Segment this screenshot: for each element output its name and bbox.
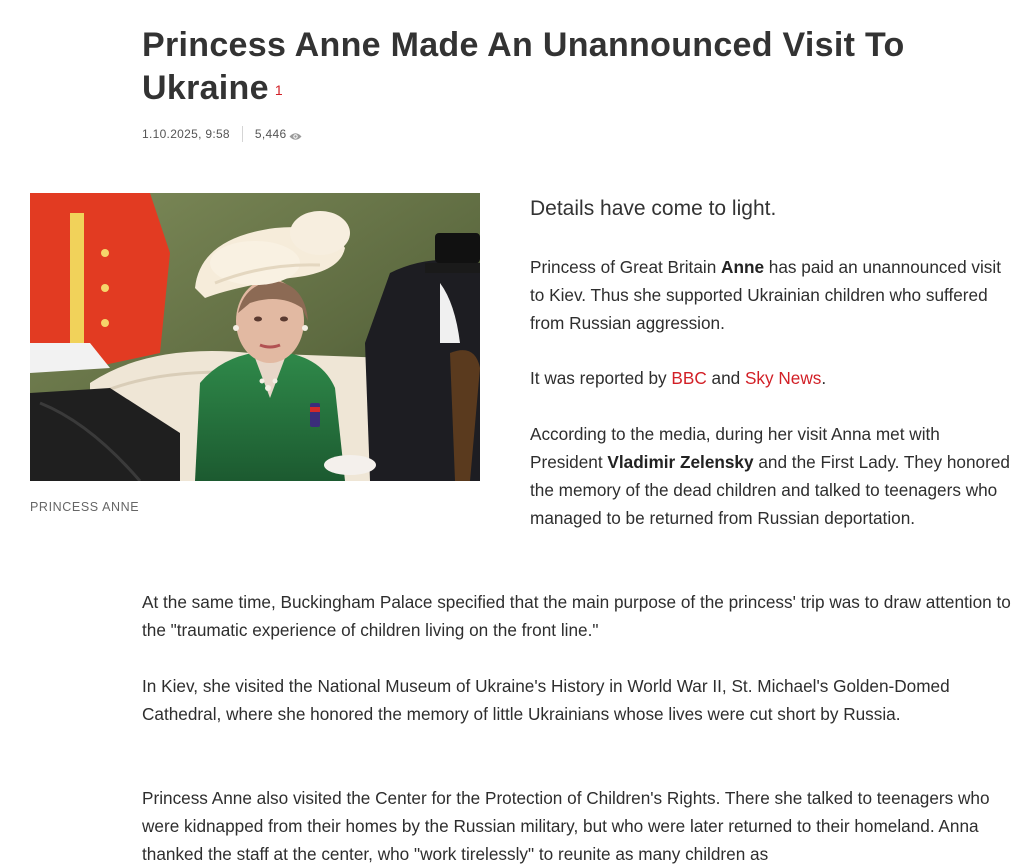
article-photo — [30, 193, 480, 481]
eye-icon — [289, 130, 302, 140]
paragraph-4: At the same time, Buckingham Palace spec… — [142, 592, 1011, 640]
paragraph-5: In Kiev, she visited the National Museum… — [142, 676, 950, 724]
publish-date: 1.10.2025, 9:58 — [142, 127, 230, 141]
meta-divider — [241, 126, 243, 142]
sky-news-link[interactable]: Sky News — [745, 368, 821, 388]
view-count: 5,446 — [254, 127, 287, 141]
comments-count-link[interactable]: 1 — [275, 82, 283, 98]
paragraph-1-text-start: Princess of Great Britain — [530, 257, 722, 277]
paragraph-1: Princess of Great Britain Anne has paid … — [530, 253, 1012, 337]
paragraph-2-text-middle: and — [706, 368, 745, 388]
paragraph-6: Princess Anne also visited the Center fo… — [142, 788, 990, 864]
article-title: Princess Anne Made An Unannounced Visit … — [142, 24, 1002, 112]
paragraph-3: According to the media, during her visit… — [530, 420, 1012, 532]
article-meta: 1.10.2025, 9:58 5,446 — [142, 126, 302, 142]
paragraph-2-text-end: . — [821, 368, 827, 388]
bbc-link[interactable]: BBC — [671, 368, 706, 388]
person-name-anne: Anne — [721, 257, 765, 277]
person-name-zelensky: Vladimir Zelensky — [607, 452, 754, 472]
article-page: Princess Anne Made An Unannounced Visit … — [0, 0, 1019, 866]
photo-caption: PRINCESS ANNE — [30, 500, 140, 514]
paragraph-2-text-start: It was reported by — [530, 368, 672, 388]
princess-anne-photo — [30, 193, 480, 481]
article-lead: Details have come to light. — [530, 197, 777, 220]
article-title-text: Princess Anne Made An Unannounced Visit … — [142, 26, 905, 107]
paragraph-2: It was reported by BBC and Sky News. — [530, 364, 1012, 392]
